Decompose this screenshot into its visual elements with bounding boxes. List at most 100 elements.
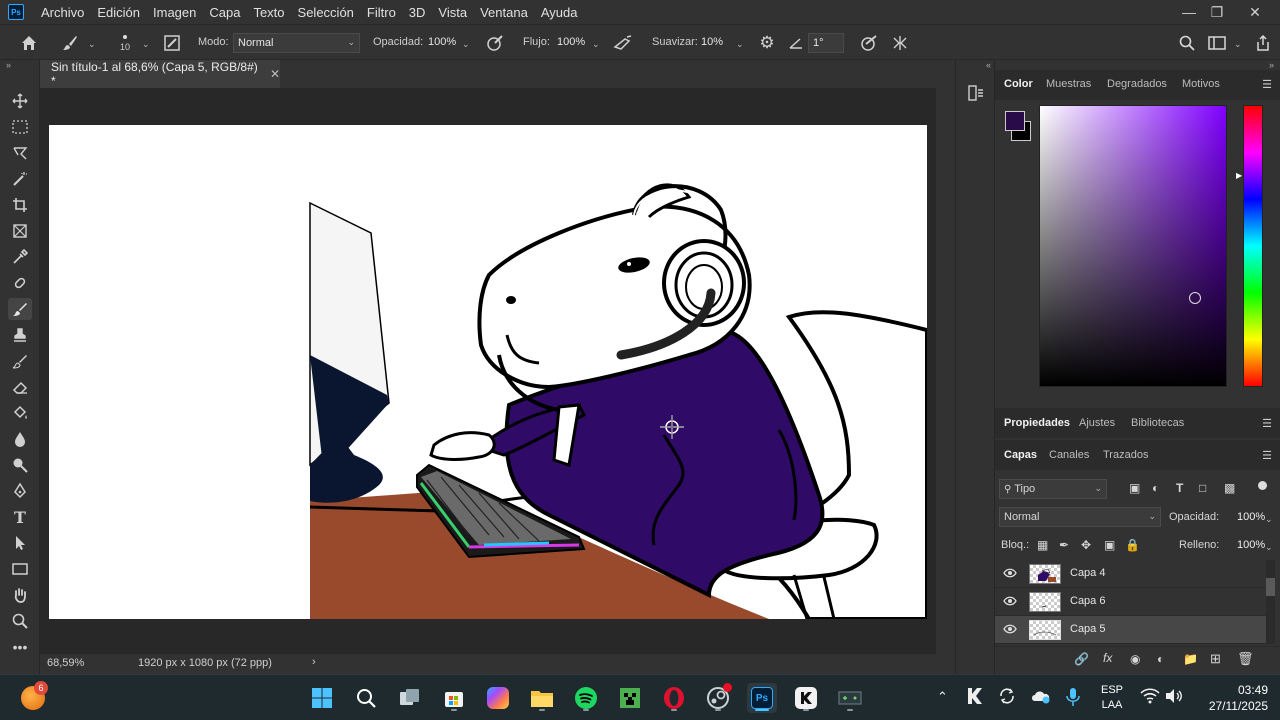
layer-row[interactable]: Capa 5 xyxy=(995,616,1273,644)
flow-input[interactable]: 100% xyxy=(557,36,585,48)
close-icon[interactable]: ✕ xyxy=(1238,0,1272,24)
tab-canales[interactable]: Canales xyxy=(1049,449,1089,461)
lock-position-icon[interactable]: ✥ xyxy=(1081,538,1091,552)
chevron-down-icon[interactable]: ⌄ xyxy=(462,39,470,50)
chevron-down-icon[interactable]: ⌄ xyxy=(1234,39,1242,50)
filter-shape-icon[interactable]: □ xyxy=(1199,481,1206,495)
lock-artboard-icon[interactable]: ▣ xyxy=(1104,538,1115,552)
menu-seleccion[interactable]: Selección xyxy=(291,5,360,20)
chevron-down-icon[interactable]: ⌄ xyxy=(88,39,96,50)
tab-degradados[interactable]: Degradados xyxy=(1107,78,1167,90)
menu-texto[interactable]: Texto xyxy=(246,5,290,20)
marquee-tool-icon[interactable] xyxy=(8,116,32,138)
eye-icon[interactable] xyxy=(1003,594,1017,608)
history-brush-tool-icon[interactable] xyxy=(8,350,32,372)
weather-icon[interactable]: 6 xyxy=(18,681,48,713)
filter-type-icon[interactable]: T xyxy=(1176,481,1183,495)
history-panel-icon[interactable] xyxy=(965,82,987,104)
share-icon[interactable] xyxy=(1252,33,1274,53)
language-indicator[interactable]: ESP LAA xyxy=(1100,683,1124,713)
minecraft-icon[interactable] xyxy=(615,683,645,713)
healing-brush-tool-icon[interactable] xyxy=(8,272,32,294)
adjustment-layer-icon[interactable]: ◐ xyxy=(1157,652,1164,666)
lasso-tool-icon[interactable] xyxy=(8,142,32,164)
eye-icon[interactable] xyxy=(1003,566,1017,580)
chevron-down-icon[interactable]: ⌄ xyxy=(1265,514,1273,525)
tab-propiedades[interactable]: Propiedades xyxy=(1004,417,1070,429)
sync-tray-icon[interactable] xyxy=(998,687,1018,707)
hand-tool-icon[interactable] xyxy=(8,584,32,606)
tab-motivos[interactable]: Motivos xyxy=(1182,78,1220,90)
layer-row[interactable]: Capa 6 xyxy=(995,588,1273,616)
tab-capas[interactable]: Capas xyxy=(1004,449,1037,461)
tab-bibliotecas[interactable]: Bibliotecas xyxy=(1131,417,1184,429)
move-tool-icon[interactable] xyxy=(8,90,32,112)
fill-input[interactable]: 100% xyxy=(1237,539,1265,551)
menu-edicion[interactable]: Edición xyxy=(90,5,146,20)
menu-imagen[interactable]: Imagen xyxy=(146,5,202,20)
panel-menu-icon[interactable]: ☰ xyxy=(1262,449,1272,462)
rectangle-tool-icon[interactable] xyxy=(8,558,32,580)
layer-opacity-input[interactable]: 100% xyxy=(1237,511,1265,523)
zoom-level[interactable]: 68,59% xyxy=(47,657,84,669)
gear-icon[interactable]: ⚙ xyxy=(756,33,778,53)
windows-start-icon[interactable] xyxy=(307,683,337,713)
steam-icon[interactable] xyxy=(703,683,733,713)
photoshop-taskbar-icon[interactable]: Ps xyxy=(747,683,777,713)
kick-tray-icon[interactable] xyxy=(966,687,986,707)
chevron-down-icon[interactable]: ⌄ xyxy=(142,39,150,50)
pressure-opacity-icon[interactable] xyxy=(484,33,506,53)
lock-transparent-icon[interactable]: ▦ xyxy=(1037,538,1048,552)
menu-archivo[interactable]: Archivo xyxy=(34,5,90,20)
clone-stamp-tool-icon[interactable] xyxy=(8,324,32,346)
document-scrollbar[interactable] xyxy=(936,88,955,654)
crop-tool-icon[interactable] xyxy=(8,194,32,216)
collapse-panels-icon[interactable]: » xyxy=(1269,60,1274,70)
fx-icon[interactable]: fx xyxy=(1103,651,1112,665)
volume-icon[interactable] xyxy=(1164,688,1184,706)
restore-icon[interactable]: ❐ xyxy=(1200,0,1234,24)
angle-input[interactable]: 1° xyxy=(808,33,844,53)
brush-size-picker[interactable]: 10 xyxy=(114,31,136,55)
mode-select[interactable]: Normal ⌄ xyxy=(233,33,360,53)
menu-3d[interactable]: 3D xyxy=(402,5,432,20)
onedrive-tray-icon[interactable] xyxy=(1030,687,1052,707)
workspace-icon[interactable] xyxy=(1206,33,1228,53)
search-icon[interactable] xyxy=(351,683,381,713)
search-icon[interactable] xyxy=(1176,33,1198,53)
layers-scrollbar-thumb[interactable] xyxy=(1266,578,1275,596)
magic-wand-tool-icon[interactable] xyxy=(8,168,32,190)
opera-icon[interactable] xyxy=(659,683,689,713)
document-tab[interactable]: Sin título-1 al 68,6% (Capa 5, RGB/8#) *… xyxy=(40,60,280,88)
paint-bucket-tool-icon[interactable] xyxy=(8,402,32,424)
smoothing-input[interactable]: 10% xyxy=(701,36,723,48)
filter-pixel-icon[interactable]: ▣ xyxy=(1129,481,1140,495)
foreground-color-swatch[interactable] xyxy=(1005,111,1025,131)
group-folder-icon[interactable]: 📁 xyxy=(1183,652,1198,666)
store-icon[interactable] xyxy=(439,683,469,713)
lock-all-icon[interactable]: 🔒 xyxy=(1125,538,1140,552)
kick-icon[interactable] xyxy=(791,683,821,713)
home-icon[interactable] xyxy=(18,32,40,54)
tray-overflow-icon[interactable]: ⌃ xyxy=(937,689,948,705)
type-tool-icon[interactable]: T xyxy=(8,506,32,528)
canvas[interactable] xyxy=(49,125,927,619)
hue-slider-handle-icon[interactable]: ▶ xyxy=(1236,171,1242,180)
blur-tool-icon[interactable] xyxy=(8,428,32,450)
chevron-down-icon[interactable]: ⌄ xyxy=(592,39,600,50)
eraser-tool-icon[interactable] xyxy=(8,376,32,398)
expand-panels-icon[interactable]: « xyxy=(986,60,991,70)
close-document-icon[interactable]: ✕ xyxy=(270,67,280,81)
brush-tool-preset-icon[interactable] xyxy=(58,32,82,54)
microphone-tray-icon[interactable] xyxy=(1066,687,1082,707)
panel-menu-icon[interactable]: ☰ xyxy=(1262,417,1272,430)
new-layer-icon[interactable]: ⊞ xyxy=(1210,651,1221,667)
menu-ventana[interactable]: Ventana xyxy=(473,5,534,20)
eye-icon[interactable] xyxy=(1003,622,1017,636)
eyedropper-tool-icon[interactable] xyxy=(8,246,32,268)
tab-muestras[interactable]: Muestras xyxy=(1046,78,1091,90)
airbrush-icon[interactable] xyxy=(612,33,634,53)
symmetry-icon[interactable] xyxy=(889,33,911,53)
menu-filtro[interactable]: Filtro xyxy=(360,5,402,20)
spotify-icon[interactable] xyxy=(571,683,601,713)
